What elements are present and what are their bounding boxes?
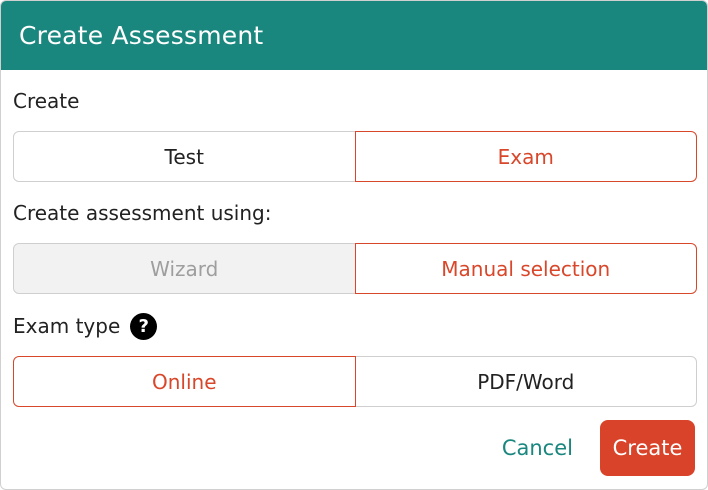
option-exam[interactable]: Exam [354, 131, 697, 182]
exam-type-toggle: Online PDF/Word [13, 356, 697, 407]
exam-type-row: Exam type ? [13, 312, 158, 340]
option-manual-selection[interactable]: Manual selection [354, 243, 697, 294]
option-online[interactable]: Online [13, 356, 356, 407]
create-assessment-dialog: Create Assessment Create Test Exam Creat… [0, 0, 708, 490]
create-type-toggle: Test Exam [13, 131, 697, 182]
create-label: Create [13, 89, 80, 113]
option-test[interactable]: Test [13, 131, 356, 182]
question-circle-icon[interactable]: ? [130, 312, 158, 340]
method-label: Create assessment using: [13, 201, 272, 225]
exam-type-label: Exam type [13, 314, 121, 338]
option-pdf-word[interactable]: PDF/Word [354, 356, 697, 407]
option-wizard: Wizard [13, 243, 356, 294]
cancel-button[interactable]: Cancel [502, 436, 573, 460]
method-toggle: Wizard Manual selection [13, 243, 697, 294]
dialog-footer: Cancel Create [502, 420, 695, 476]
dialog-title: Create Assessment [19, 21, 264, 50]
create-button[interactable]: Create [600, 420, 695, 476]
dialog-header: Create Assessment [1, 1, 707, 70]
